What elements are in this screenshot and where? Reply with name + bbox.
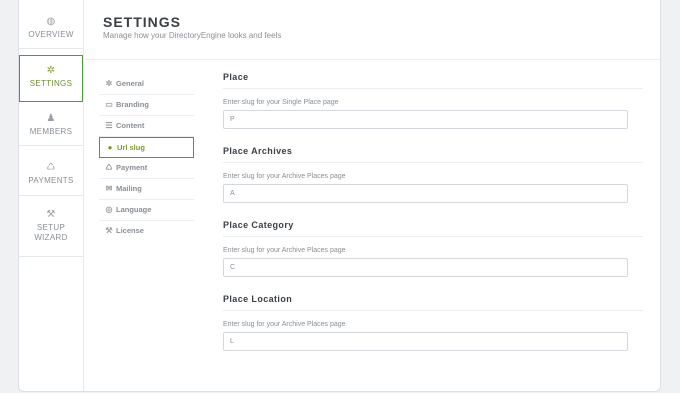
globe-icon: ◎: [105, 205, 113, 214]
field-label: Enter slug for your Archive Places page: [223, 247, 346, 254]
nav-divider: [19, 256, 83, 257]
dashboard-icon: ◍: [46, 16, 56, 27]
nav-item-label: SETUP WIZARD: [34, 223, 68, 242]
sub-nav-label: License: [116, 226, 144, 235]
section-divider: [223, 88, 643, 89]
nav-item-payments[interactable]: ♺ PAYMENTS: [19, 162, 83, 186]
section-title: Place Archives: [223, 146, 293, 156]
section-divider: [223, 310, 643, 311]
section-title: Place Category: [223, 220, 294, 230]
mail-icon: ✉: [105, 184, 113, 193]
nav-divider: [19, 195, 83, 196]
nav-item-setup-wizard[interactable]: ⚒ SETUP WIZARD: [19, 210, 83, 243]
place-location-section: Place Location Enter slug for your Archi…: [223, 292, 643, 366]
left-navigation: ◍ OVERVIEW ✲ SETTINGS ♟ MEMBERS ♺ PAYMEN…: [19, 0, 84, 391]
user-icon: ♟: [46, 113, 56, 124]
sub-nav-label: Mailing: [116, 184, 142, 193]
sub-nav-label: Branding: [116, 100, 149, 109]
header-divider: [85, 59, 660, 60]
section-title: Place: [223, 72, 249, 82]
wrench-icon: ⚒: [46, 209, 56, 220]
nav-item-members[interactable]: ♟ MEMBERS: [19, 113, 83, 137]
sub-nav-label: Language: [116, 205, 152, 214]
section-title: Place Location: [223, 294, 293, 304]
place-location-slug-input[interactable]: L: [223, 332, 628, 351]
place-section: Place Enter slug for your Single Place p…: [223, 70, 643, 144]
field-label: Enter slug for your Archive Places page: [223, 321, 346, 328]
gear-icon: ✲: [46, 65, 56, 76]
sub-nav-label: General: [116, 79, 144, 88]
field-label: Enter slug for your Archive Places page: [223, 173, 346, 180]
place-archives-slug-input[interactable]: A: [223, 184, 628, 203]
sub-nav-label: Content: [116, 121, 145, 130]
settings-panel: ◍ OVERVIEW ✲ SETTINGS ♟ MEMBERS ♺ PAYMEN…: [18, 0, 661, 392]
place-slug-input[interactable]: P: [223, 110, 628, 129]
piggy-bank-icon: ♺: [46, 162, 56, 173]
nav-divider: [19, 145, 83, 146]
piggy-bank-icon: ♺: [105, 163, 113, 172]
field-label: Enter slug for your Single Place page: [223, 99, 339, 106]
nav-item-overview[interactable]: ◍ OVERVIEW: [19, 16, 83, 40]
sub-nav-label: Payment: [116, 163, 148, 172]
url-slug-form: Place Enter slug for your Single Place p…: [223, 70, 643, 366]
sub-nav-license[interactable]: ⚒ License: [99, 221, 194, 242]
sub-nav-general[interactable]: ✲ General: [99, 74, 194, 95]
place-category-section: Place Category Enter slug for your Archi…: [223, 218, 643, 292]
settings-sub-navigation: ✲ General ▭ Branding ☰ Content ● Url slug ♺ P…: [99, 74, 194, 242]
sub-nav-url-slug[interactable]: ● Url slug: [99, 137, 194, 158]
page-title: SETTINGS: [103, 14, 182, 30]
wrench-icon: ⚒: [105, 226, 113, 235]
place-archives-section: Place Archives Enter slug for your Archi…: [223, 144, 643, 218]
info-icon: ●: [107, 143, 113, 152]
list-icon: ☰: [105, 121, 113, 130]
nav-item-label: SETTINGS: [29, 79, 73, 88]
gear-icon: ✲: [105, 79, 113, 88]
sub-nav-language[interactable]: ◎ Language: [99, 200, 194, 221]
nav-item-label: PAYMENTS: [28, 176, 74, 185]
place-category-slug-input[interactable]: C: [223, 258, 628, 277]
nav-item-settings[interactable]: ✲ SETTINGS: [19, 55, 83, 102]
sub-nav-payment[interactable]: ♺ Payment: [99, 158, 194, 179]
page-subtitle: Manage how your DirectoryEngine looks an…: [103, 31, 282, 40]
sub-nav-branding[interactable]: ▭ Branding: [99, 95, 194, 116]
sub-nav-label: Url slug: [117, 143, 145, 152]
nav-item-label: MEMBERS: [29, 127, 73, 136]
nav-divider: [19, 48, 83, 49]
nav-item-label: OVERVIEW: [28, 30, 74, 39]
sub-nav-content[interactable]: ☰ Content: [99, 116, 194, 137]
section-divider: [223, 162, 643, 163]
book-icon: ▭: [105, 100, 113, 109]
page-header: SETTINGS Manage how your DirectoryEngine…: [103, 14, 281, 40]
section-divider: [223, 236, 643, 237]
sub-nav-mailing[interactable]: ✉ Mailing: [99, 179, 194, 200]
